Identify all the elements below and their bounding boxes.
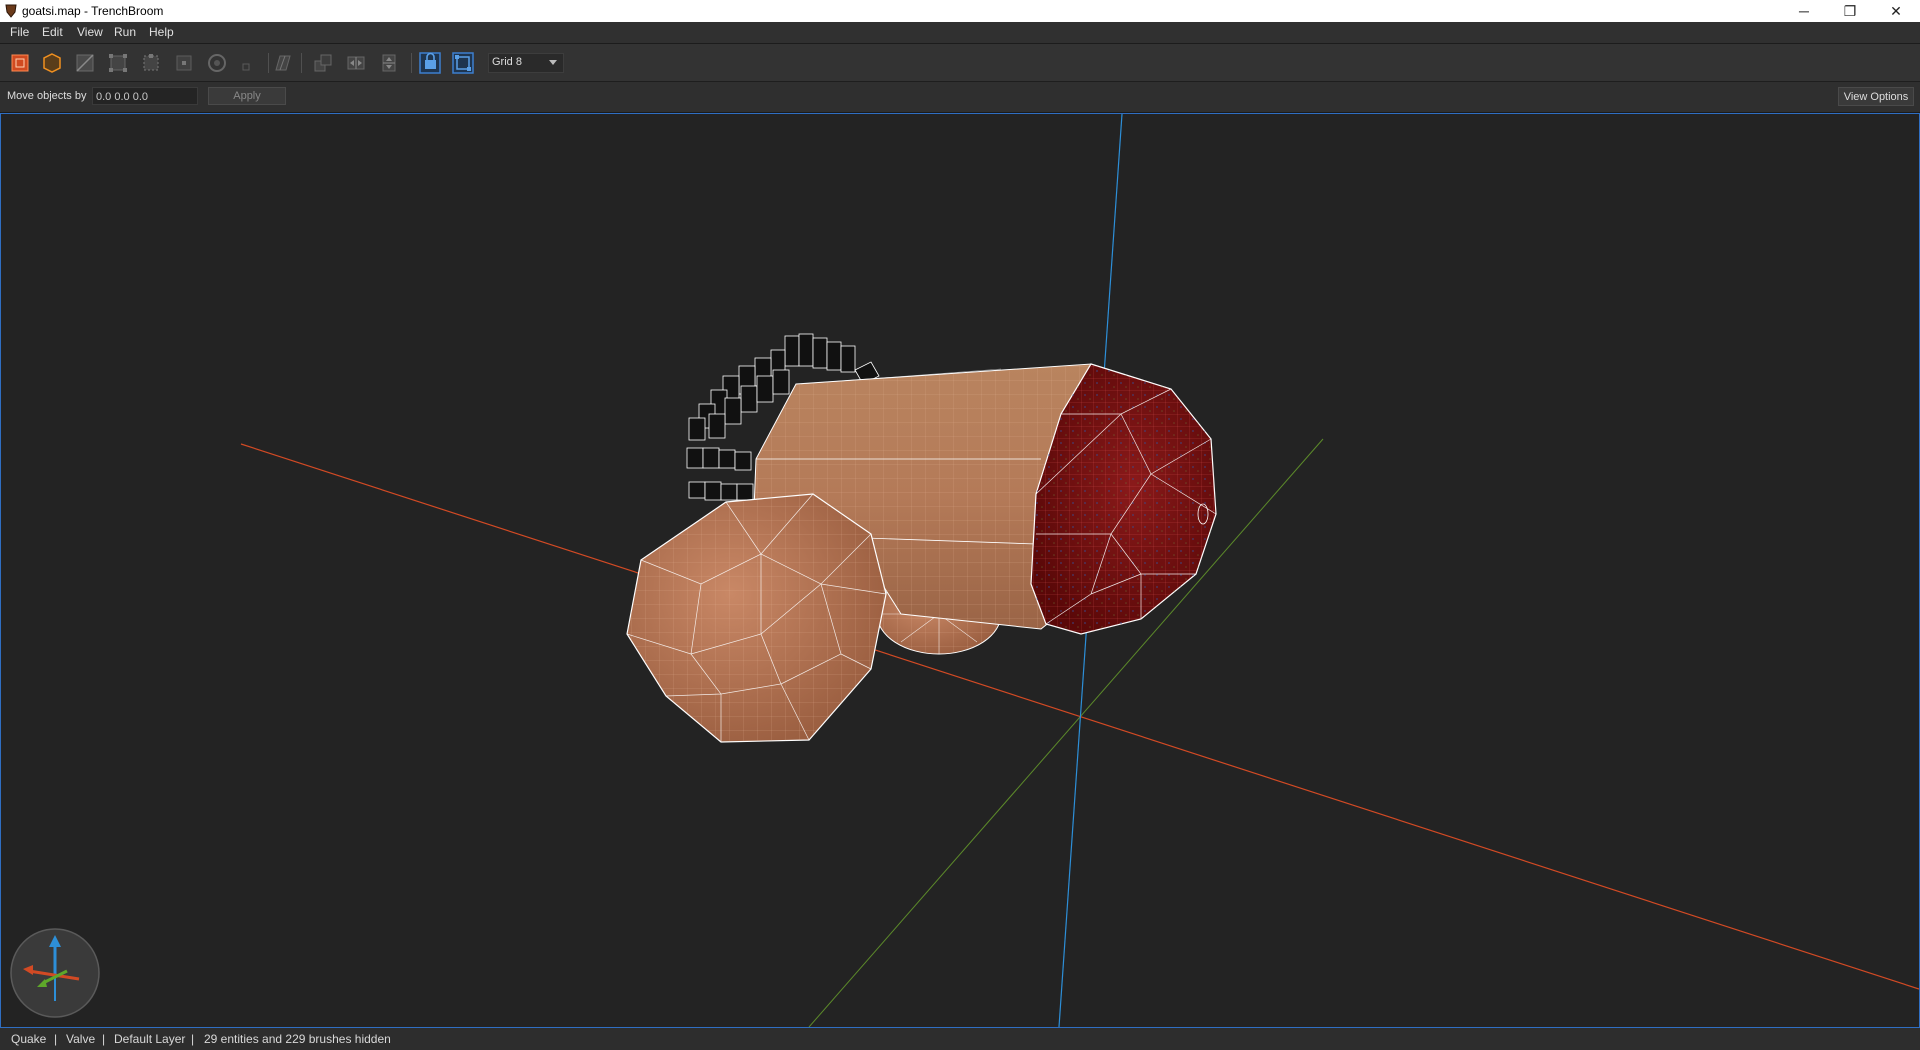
orientation-gizmo[interactable] bbox=[9, 927, 101, 1019]
window-title: goatsi.map - TrenchBroom bbox=[22, 4, 164, 18]
menu-help[interactable]: Help bbox=[149, 25, 174, 39]
main-toolbar: Grid 8 bbox=[0, 44, 1920, 82]
status-hidden-count: 29 entities and 229 brushes hidden bbox=[204, 1032, 391, 1046]
clip-tool-icon[interactable] bbox=[74, 52, 96, 74]
status-map-format: Valve bbox=[66, 1032, 96, 1046]
move-objects-label: Move objects by bbox=[7, 90, 87, 102]
trenchbroom-app-icon bbox=[5, 4, 17, 18]
grid-size-value: Grid 8 bbox=[492, 56, 522, 68]
title-bar: goatsi.map - TrenchBroom ─ ❐ ✕ bbox=[0, 0, 1920, 22]
status-game: Quake bbox=[11, 1032, 47, 1046]
menu-edit[interactable]: Edit bbox=[42, 25, 63, 39]
status-separator: | bbox=[54, 1032, 58, 1046]
status-layer: Default Layer bbox=[114, 1032, 186, 1046]
scale-tool-icon[interactable] bbox=[239, 52, 261, 74]
texture-lock-icon[interactable] bbox=[419, 52, 441, 74]
grid-size-dropdown[interactable]: Grid 8 bbox=[488, 53, 564, 73]
brush-tool-icon[interactable] bbox=[41, 52, 63, 74]
rotate-tool-icon[interactable] bbox=[206, 52, 228, 74]
toolbar-separator bbox=[301, 53, 302, 73]
vertex-tool-icon[interactable] bbox=[107, 52, 129, 74]
status-bar: Quake | Valve | Default Layer | 29 entit… bbox=[0, 1028, 1920, 1050]
menu-view[interactable]: View bbox=[77, 25, 103, 39]
uv-lock-icon[interactable] bbox=[452, 52, 474, 74]
view-options-button[interactable]: View Options bbox=[1838, 87, 1914, 106]
maximize-button[interactable]: ❐ bbox=[1827, 0, 1873, 22]
viewport-canvas[interactable] bbox=[1, 114, 1919, 1027]
edge-tool-icon[interactable] bbox=[140, 52, 162, 74]
duplicate-icon[interactable] bbox=[312, 52, 334, 74]
chevron-down-icon bbox=[549, 60, 557, 65]
toolbar-separator bbox=[268, 53, 269, 73]
flip-horizontal-icon[interactable] bbox=[345, 52, 367, 74]
minimize-button[interactable]: ─ bbox=[1781, 0, 1827, 22]
status-separator: | bbox=[191, 1032, 195, 1046]
face-tool-icon[interactable] bbox=[173, 52, 195, 74]
status-separator: | bbox=[102, 1032, 106, 1046]
move-objects-bar: Move objects by 0.0 0.0 0.0 Apply View O… bbox=[0, 82, 1920, 113]
flip-vertical-icon[interactable] bbox=[378, 52, 400, 74]
menu-file[interactable]: File bbox=[10, 25, 29, 39]
apply-button[interactable]: Apply bbox=[208, 87, 286, 105]
menu-bar: File Edit View Run Help bbox=[0, 22, 1920, 44]
move-objects-input[interactable]: 0.0 0.0 0.0 bbox=[92, 87, 198, 105]
large-sphere-brush[interactable] bbox=[626, 493, 887, 743]
toolbar-separator bbox=[411, 53, 412, 73]
3d-map-viewport[interactable] bbox=[0, 113, 1920, 1028]
shear-tool-icon[interactable] bbox=[272, 52, 294, 74]
selection-tool-icon[interactable] bbox=[9, 52, 31, 74]
close-button[interactable]: ✕ bbox=[1873, 0, 1919, 22]
menu-run[interactable]: Run bbox=[114, 25, 136, 39]
